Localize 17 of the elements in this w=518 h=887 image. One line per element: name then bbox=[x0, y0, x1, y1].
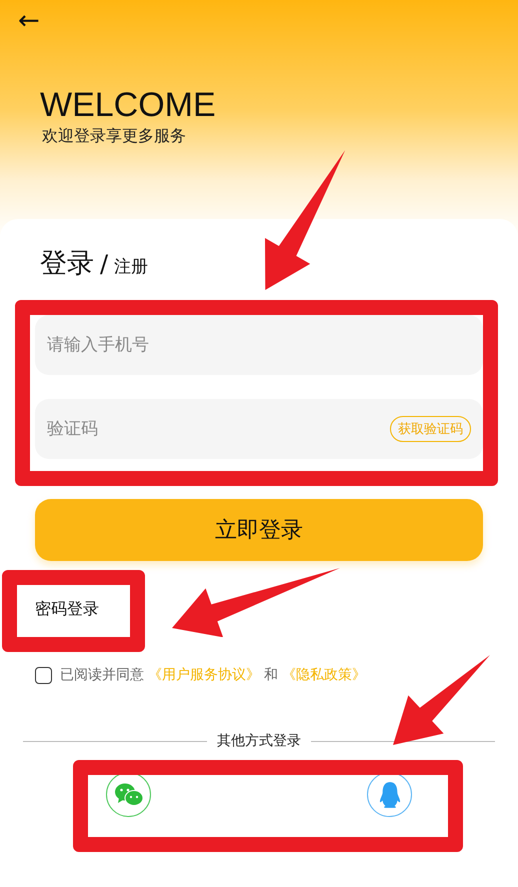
wechat-login-button[interactable] bbox=[106, 772, 151, 817]
login-heading: 登录 bbox=[40, 247, 94, 281]
chat-bubbles-icon bbox=[114, 782, 144, 808]
password-login-link[interactable]: 密码登录 bbox=[35, 599, 99, 620]
heading-separator: / bbox=[100, 250, 108, 278]
welcome-title: WELCOME bbox=[40, 86, 216, 124]
qq-login-button[interactable] bbox=[367, 772, 412, 817]
phone-field[interactable]: 请输入手机号 bbox=[35, 315, 483, 375]
other-login-label: 其他方式登录 bbox=[216, 732, 302, 750]
penguin-icon bbox=[378, 780, 400, 808]
agreement-text: 和 bbox=[264, 666, 278, 684]
register-link[interactable]: 注册 bbox=[114, 255, 148, 278]
welcome-subtitle: 欢迎登录享更多服务 bbox=[42, 126, 186, 147]
agreement-text: 已阅读并同意 bbox=[60, 666, 144, 684]
back-button[interactable]: ← bbox=[18, 6, 40, 36]
login-button[interactable]: 立即登录 bbox=[35, 499, 483, 561]
agreement-checkbox[interactable] bbox=[35, 666, 52, 684]
